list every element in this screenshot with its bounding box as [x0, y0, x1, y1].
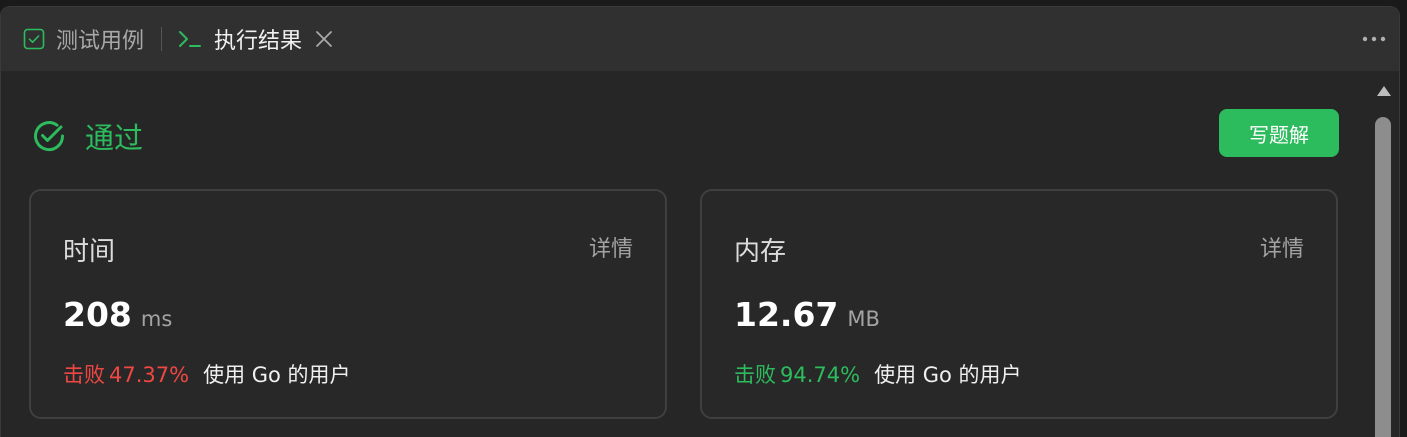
runtime-beat: 击败 47.37% 使用 Go 的用户 — [63, 359, 351, 389]
runtime-metric: 208 ms — [63, 295, 172, 334]
check-circle-icon — [34, 121, 65, 152]
memory-beat-percent: 94.74% — [780, 363, 861, 387]
tab-test-cases-label: 测试用例 — [56, 29, 145, 54]
write-solution-button[interactable]: 写题解 — [1219, 109, 1339, 157]
checkbox-icon — [23, 28, 45, 50]
tab-result[interactable]: 执行结果 — [178, 7, 336, 71]
close-icon — [316, 31, 332, 47]
memory-metric: 12.67 MB — [734, 295, 880, 334]
memory-detail-link[interactable]: 详情 — [1260, 231, 1304, 263]
memory-card: 内存 详情 12.67 MB 击败 94.74% 使用 Go 的用户 — [700, 189, 1338, 419]
tab-divider — [161, 27, 163, 51]
memory-title: 内存 — [734, 237, 787, 267]
result-panel: 测试用例 执行结果 通过 写题解 时间 详情 208 ms 击败 47.37% … — [0, 6, 1400, 437]
memory-beat-label: 击败 — [734, 363, 776, 387]
runtime-value: 208 — [63, 295, 132, 334]
terminal-icon — [179, 31, 202, 47]
runtime-detail-link[interactable]: 详情 — [589, 231, 633, 263]
vertical-scrollbar[interactable] — [1369, 71, 1399, 437]
tab-close-button[interactable] — [312, 27, 336, 51]
submission-status: 通过 — [31, 115, 143, 157]
runtime-card: 时间 详情 208 ms 击败 47.37% 使用 Go 的用户 — [29, 189, 667, 419]
memory-unit: MB — [847, 307, 880, 331]
runtime-beat-percent: 47.37% — [109, 363, 190, 387]
result-content: 通过 写题解 时间 详情 208 ms 击败 47.37% 使用 Go 的用户 … — [1, 71, 1371, 437]
tab-test-cases[interactable]: 测试用例 — [1, 7, 144, 71]
runtime-beat-suffix: 使用 Go 的用户 — [203, 363, 351, 387]
more-options-button[interactable] — [1361, 27, 1387, 51]
scroll-up-arrow-icon[interactable] — [1376, 83, 1392, 99]
memory-value: 12.67 — [734, 295, 839, 334]
tab-bar: 测试用例 执行结果 — [1, 7, 1399, 71]
status-text: 通过 — [85, 121, 144, 155]
memory-beat-suffix: 使用 Go 的用户 — [874, 363, 1022, 387]
runtime-unit: ms — [140, 307, 173, 331]
tab-result-label: 执行结果 — [214, 29, 303, 54]
runtime-title: 时间 — [63, 237, 116, 267]
memory-beat: 击败 94.74% 使用 Go 的用户 — [734, 359, 1022, 389]
scrollbar-thumb[interactable] — [1375, 117, 1391, 437]
more-dots-icon — [1362, 36, 1386, 42]
runtime-beat-label: 击败 — [63, 363, 105, 387]
